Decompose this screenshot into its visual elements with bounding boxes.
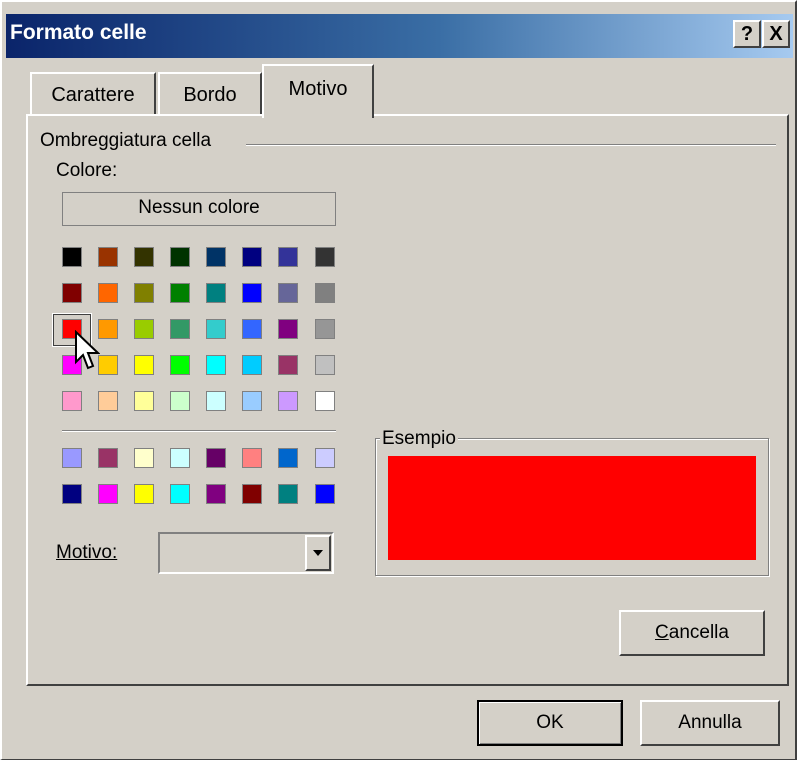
color-swatch[interactable] — [315, 355, 335, 375]
color-swatch[interactable] — [134, 355, 154, 375]
color-swatch[interactable] — [134, 319, 154, 339]
color-swatch[interactable] — [134, 247, 154, 267]
help-button[interactable]: ? — [733, 20, 761, 48]
color-swatch[interactable] — [170, 355, 190, 375]
color-swatch[interactable] — [278, 319, 298, 339]
color-swatch[interactable] — [242, 355, 262, 375]
color-swatch[interactable] — [134, 283, 154, 303]
color-swatch[interactable] — [62, 247, 82, 267]
mouse-cursor-icon — [75, 330, 100, 370]
color-swatch[interactable] — [242, 283, 262, 303]
color-swatch[interactable] — [62, 283, 82, 303]
color-swatch[interactable] — [206, 391, 226, 411]
color-swatch[interactable] — [98, 391, 118, 411]
color-swatch[interactable] — [98, 355, 118, 375]
dialog-title: Formato celle — [10, 21, 147, 44]
pattern-dropdown[interactable] — [158, 532, 334, 574]
shading-group-title: Ombreggiatura cella — [40, 130, 212, 151]
color-swatch[interactable] — [315, 247, 335, 267]
color-swatch[interactable] — [206, 355, 226, 375]
group-separator — [246, 144, 776, 146]
tab-motivo[interactable]: Motivo — [262, 64, 374, 118]
extra-color-swatch[interactable] — [62, 484, 82, 504]
cancel-button[interactable]: Annulla — [640, 700, 780, 746]
clear-button-label: Cancella — [655, 622, 729, 643]
extra-color-swatch[interactable] — [62, 448, 82, 468]
color-swatch[interactable] — [242, 319, 262, 339]
extra-color-swatch[interactable] — [98, 448, 118, 468]
color-swatch[interactable] — [206, 283, 226, 303]
color-swatch[interactable] — [98, 319, 118, 339]
color-swatch[interactable] — [206, 319, 226, 339]
color-swatch[interactable] — [170, 391, 190, 411]
extra-color-swatch[interactable] — [206, 448, 226, 468]
extra-color-swatch[interactable] — [170, 484, 190, 504]
extra-color-swatch[interactable] — [278, 484, 298, 504]
color-swatch[interactable] — [206, 247, 226, 267]
extra-color-swatch[interactable] — [134, 448, 154, 468]
color-swatch[interactable] — [98, 247, 118, 267]
color-swatch[interactable] — [170, 283, 190, 303]
clear-button[interactable]: Cancella — [619, 610, 765, 656]
tab-carattere[interactable]: Carattere — [30, 72, 156, 116]
color-swatch[interactable] — [242, 247, 262, 267]
color-swatch[interactable] — [98, 283, 118, 303]
dropdown-arrow-button[interactable] — [305, 535, 331, 571]
ok-button[interactable]: OK — [477, 700, 623, 746]
chevron-down-icon — [313, 550, 323, 556]
extra-color-swatch[interactable] — [134, 484, 154, 504]
color-swatch[interactable] — [170, 319, 190, 339]
close-button[interactable]: X — [762, 20, 790, 48]
color-swatch[interactable] — [278, 247, 298, 267]
no-color-button[interactable]: Nessun colore — [62, 192, 336, 226]
tab-bordo[interactable]: Bordo — [158, 72, 262, 116]
color-swatch[interactable] — [134, 391, 154, 411]
title-bar[interactable]: Formato celle ? X — [6, 14, 793, 58]
color-swatch[interactable] — [278, 355, 298, 375]
sample-preview — [388, 456, 756, 560]
extra-color-swatch[interactable] — [278, 448, 298, 468]
extra-color-swatch[interactable] — [170, 448, 190, 468]
extra-color-swatch[interactable] — [242, 484, 262, 504]
extra-color-swatch[interactable] — [98, 484, 118, 504]
sample-label: Esempio — [380, 428, 458, 450]
color-swatch[interactable] — [278, 391, 298, 411]
extra-color-swatch[interactable] — [315, 448, 335, 468]
extra-color-swatch[interactable] — [206, 484, 226, 504]
color-swatch[interactable] — [315, 319, 335, 339]
palette-separator — [62, 430, 336, 432]
color-swatch[interactable] — [315, 391, 335, 411]
color-swatch[interactable] — [315, 283, 335, 303]
color-swatch[interactable] — [170, 247, 190, 267]
color-swatch[interactable] — [62, 391, 82, 411]
extra-color-swatch[interactable] — [242, 448, 262, 468]
color-label: Colore: — [56, 160, 118, 181]
color-swatch[interactable] — [242, 391, 262, 411]
color-swatch[interactable] — [278, 283, 298, 303]
extra-color-swatch[interactable] — [315, 484, 335, 504]
pattern-label: Motivo: — [56, 542, 118, 563]
format-cells-dialog: Formato celle ? X Carattere Bordo Motivo… — [0, 0, 797, 760]
